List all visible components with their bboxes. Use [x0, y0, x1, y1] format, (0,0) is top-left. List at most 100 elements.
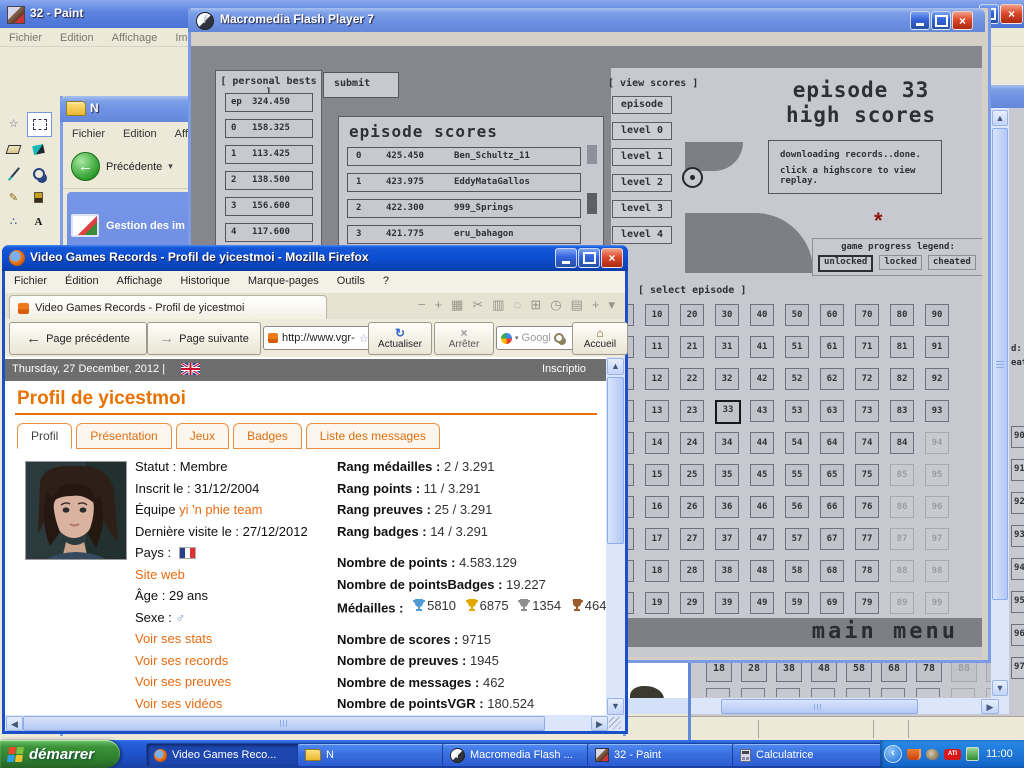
episode-cell[interactable]: 17 — [645, 528, 669, 550]
paint-menu-item[interactable]: Fichier — [0, 29, 51, 47]
episode-cell[interactable]: 14 — [645, 432, 669, 454]
episode-cell[interactable]: 94 — [1011, 558, 1024, 580]
episode-cell[interactable]: 18 — [645, 560, 669, 582]
episode-cell[interactable]: 91 — [1011, 459, 1024, 481]
picture-tasks-header[interactable]: Gestion des im — [71, 214, 185, 237]
episode-cell[interactable]: 92 — [1011, 492, 1024, 514]
toolbar-icon[interactable]: + — [592, 297, 600, 313]
episode-cell[interactable]: 13 — [645, 400, 669, 422]
episode-cell[interactable]: 95 — [925, 464, 949, 486]
scroll-down-icon[interactable]: ▼ — [607, 698, 624, 715]
back-dropdown-icon[interactable]: ▾ — [168, 161, 173, 172]
url-bar[interactable]: http://www.vgr- ☆ ▾ — [263, 326, 373, 350]
episode-cell[interactable]: 21 — [680, 336, 704, 358]
episode-cell[interactable]: 66 — [820, 496, 844, 518]
episode-cell[interactable]: 58 — [785, 560, 809, 582]
episode-cell[interactable]: 47 — [750, 528, 774, 550]
episode-cell[interactable]: 74 — [855, 432, 879, 454]
episode-cell[interactable]: 81 — [890, 336, 914, 358]
fill-tool-icon[interactable] — [27, 138, 50, 161]
episode-cell[interactable]: 63 — [820, 400, 844, 422]
episode-cell[interactable]: 96 — [925, 496, 949, 518]
toolbar-icon[interactable]: ◷ — [550, 297, 561, 313]
highscore-row[interactable]: 2 422.300 999_Springs — [347, 199, 581, 218]
firefox-menu-item[interactable]: Affichage — [108, 272, 172, 290]
back-button[interactable]: ← Page précédente — [9, 322, 147, 355]
paint-menu-item[interactable]: Affichage — [103, 29, 167, 47]
episode-cell[interactable]: 32 — [715, 368, 739, 390]
ati-tray-icon[interactable]: ATI — [944, 749, 961, 760]
episode-cell[interactable]: 61 — [820, 336, 844, 358]
episode-cell[interactable]: 93 — [1011, 525, 1024, 547]
episode-cell[interactable]: 55 — [785, 464, 809, 486]
episode-cell[interactable]: 23 — [680, 400, 704, 422]
bg-horizontal-scrollbar[interactable]: ▶ — [691, 698, 1009, 714]
episode-cell[interactable]: 30 — [715, 304, 739, 326]
episode-cell[interactable]: 91 — [925, 336, 949, 358]
brush-tool-icon[interactable] — [27, 186, 50, 209]
view-scores-button[interactable]: level 4 — [612, 226, 672, 244]
taskbar-task-firefox[interactable]: Video Games Reco... — [146, 743, 309, 767]
episode-cell[interactable]: 67 — [820, 528, 844, 550]
episode-cell[interactable]: 46 — [750, 496, 774, 518]
taskbar-task-flash[interactable]: f Macromedia Flash ... — [442, 743, 599, 767]
refresh-button[interactable]: ↻ Actualiser — [368, 322, 432, 355]
episode-cell[interactable]: 15 — [645, 464, 669, 486]
episode-cell[interactable]: 10 — [645, 304, 669, 326]
scrollbar-thumb[interactable] — [23, 716, 545, 731]
taskbar-task-explorer[interactable]: N — [297, 743, 454, 767]
scroll-left-icon[interactable]: ◀ — [6, 716, 23, 731]
magnifier-tool-icon[interactable] — [27, 162, 50, 185]
profile-tab[interactable]: Badges — [233, 423, 302, 449]
episode-cell[interactable]: 85 — [890, 464, 914, 486]
highscore-row[interactable]: 3 421.775 eru_bahagon — [347, 225, 581, 244]
episode-cell[interactable]: 90 — [1011, 426, 1024, 448]
episode-cell[interactable]: 70 — [855, 304, 879, 326]
episode-cell[interactable]: 69 — [820, 592, 844, 614]
episode-cell[interactable]: 22 — [680, 368, 704, 390]
scores-scrollbar-thumb2[interactable] — [587, 193, 597, 214]
select-tool-icon[interactable] — [27, 112, 52, 137]
episode-cell[interactable]: 27 — [680, 528, 704, 550]
episode-cell[interactable]: 44 — [750, 432, 774, 454]
toolbar-icon[interactable]: ▥ — [492, 297, 504, 313]
java-tray-icon[interactable] — [907, 749, 921, 760]
eraser-tool-icon[interactable] — [2, 138, 25, 161]
episode-cell[interactable]: 96 — [1011, 624, 1024, 646]
episode-cell[interactable]: 87 — [890, 528, 914, 550]
explorer-menu-item[interactable]: Edition — [114, 125, 166, 143]
episode-cell[interactable]: 54 — [785, 432, 809, 454]
scroll-down-icon[interactable]: ▼ — [992, 680, 1008, 696]
episode-cell[interactable]: 99 — [925, 592, 949, 614]
inscription-link[interactable]: Inscriptio — [542, 363, 606, 375]
episode-cell[interactable]: 59 — [785, 592, 809, 614]
toolbar-icon[interactable]: − — [418, 297, 426, 313]
episode-cell[interactable]: 35 — [715, 464, 739, 486]
taskbar-task-paint[interactable]: 32 - Paint — [587, 743, 744, 767]
episode-cell[interactable]: 26 — [680, 496, 704, 518]
episode-cell[interactable]: 97 — [1011, 657, 1024, 679]
airbrush-tool-icon[interactable]: ∴ — [2, 210, 25, 233]
firefox-menu-item[interactable]: Fichier — [5, 272, 56, 290]
color-picker-tool-icon[interactable] — [2, 162, 25, 185]
back-button[interactable]: ← Précédente ▾ — [71, 152, 173, 181]
scroll-right-icon[interactable]: ▶ — [981, 699, 999, 714]
scores-scrollbar-thumb[interactable] — [587, 145, 597, 164]
episode-cell[interactable]: 92 — [925, 368, 949, 390]
uk-flag-icon[interactable] — [181, 363, 200, 375]
forward-button[interactable]: → Page suivante — [147, 322, 261, 355]
paint-close-button[interactable]: × — [1000, 4, 1023, 24]
episode-cell[interactable]: 56 — [785, 496, 809, 518]
profile-tab[interactable]: Profil — [17, 423, 72, 449]
view-scores-button[interactable]: episode — [612, 96, 672, 114]
episode-cell[interactable]: 40 — [750, 304, 774, 326]
paint-menu-item[interactable]: Edition — [51, 29, 103, 47]
episode-cell[interactable]: 29 — [680, 592, 704, 614]
episode-cell[interactable]: 39 — [715, 592, 739, 614]
episode-cell[interactable]: 89 — [890, 592, 914, 614]
episode-cell[interactable]: 68 — [820, 560, 844, 582]
flash-maximize-button[interactable] — [931, 11, 951, 30]
scrollbar-thumb[interactable] — [992, 128, 1008, 600]
episode-cell[interactable]: 83 — [890, 400, 914, 422]
episode-cell[interactable]: 90 — [925, 304, 949, 326]
